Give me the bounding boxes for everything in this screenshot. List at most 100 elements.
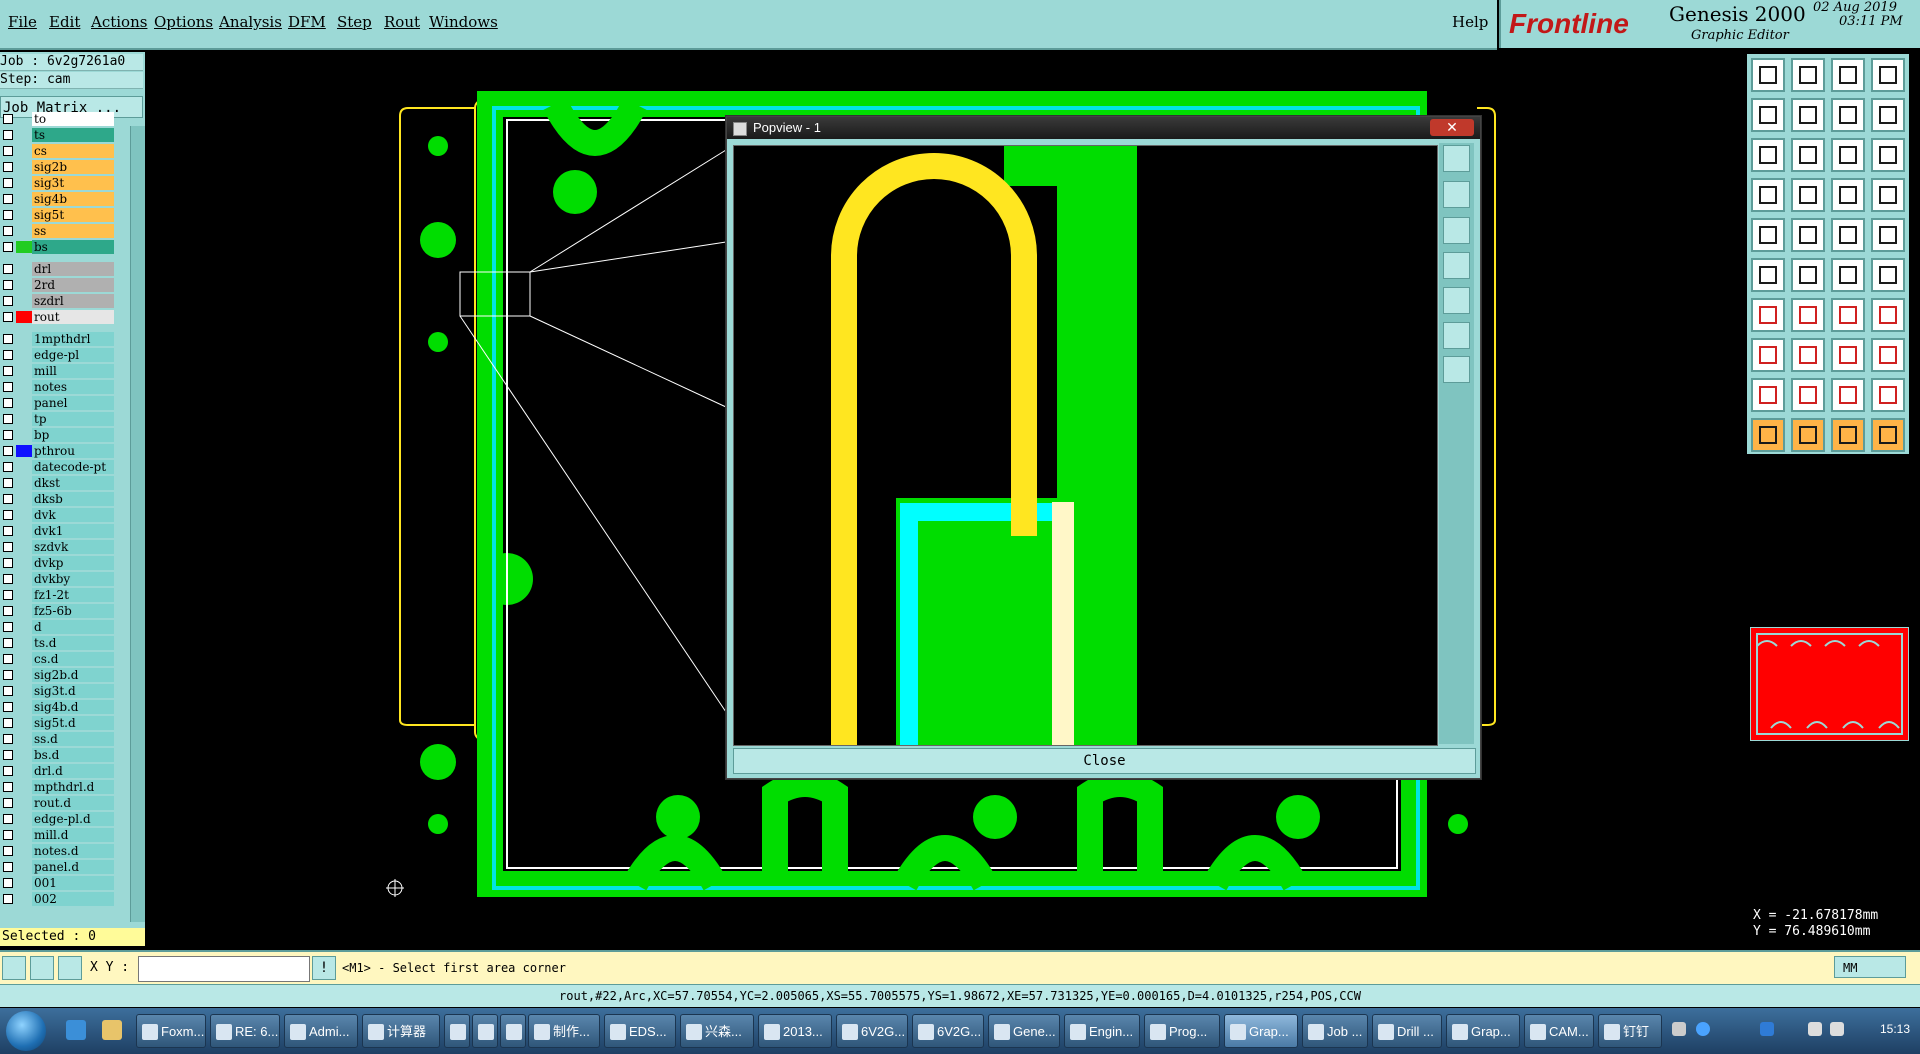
layer-checkbox[interactable]: [3, 670, 13, 680]
layer-row-mill.d[interactable]: mill.d: [0, 828, 118, 842]
layer-checkbox[interactable]: [3, 846, 13, 856]
right-arrow-icon[interactable]: [1791, 98, 1825, 132]
layer-checkbox[interactable]: [3, 414, 13, 424]
layer-row-ss[interactable]: ss: [0, 224, 118, 238]
layer-checkbox[interactable]: [3, 894, 13, 904]
popview-zoom-home-icon[interactable]: [1443, 145, 1470, 172]
taskbar-item[interactable]: 2013...: [758, 1014, 832, 1048]
layer-row-szdrl[interactable]: szdrl: [0, 294, 118, 308]
layer-list-scrollbar[interactable]: [130, 126, 145, 922]
panel-icon[interactable]: [1871, 58, 1905, 92]
info-icon[interactable]: !: [312, 956, 336, 980]
taskbar-item[interactable]: [444, 1014, 470, 1048]
layer-checkbox[interactable]: [3, 606, 13, 616]
popview-close-button[interactable]: Close: [733, 748, 1476, 774]
layer-row-sig4b.d[interactable]: sig4b.d: [0, 700, 118, 714]
layer-row-to[interactable]: to: [0, 112, 118, 126]
menu-step[interactable]: Step: [337, 13, 372, 31]
layer-checkbox[interactable]: [3, 114, 13, 124]
drill-red-icon[interactable]: [1871, 178, 1905, 212]
layer-checkbox[interactable]: [3, 622, 13, 632]
taskbar-item[interactable]: Engin...: [1064, 1014, 1140, 1048]
layer-checkbox[interactable]: [3, 264, 13, 274]
menu-options[interactable]: Options: [154, 13, 213, 31]
taskbar-item[interactable]: CAM...: [1524, 1014, 1594, 1048]
layer-checkbox[interactable]: [3, 574, 13, 584]
layer-checkbox[interactable]: [3, 734, 13, 744]
popview-fit-icon[interactable]: [1443, 322, 1470, 349]
popview-pan-left-icon[interactable]: [1443, 252, 1470, 279]
tray-help-icon[interactable]: [1696, 1022, 1710, 1036]
taskbar-item[interactable]: Admi...: [284, 1014, 358, 1048]
layer-row-tp[interactable]: tp: [0, 412, 118, 426]
zoom-fit-icon[interactable]: [1751, 138, 1785, 172]
taskbar-item[interactable]: 6V2G...: [836, 1014, 908, 1048]
taskbar-item[interactable]: Foxm...: [136, 1014, 206, 1048]
left-arrow-icon[interactable]: [1751, 98, 1785, 132]
layer-row-sig4b[interactable]: sig4b: [0, 192, 118, 206]
layer-checkbox[interactable]: [3, 178, 13, 188]
layer-checkbox[interactable]: [3, 462, 13, 472]
popview-canvas[interactable]: [733, 145, 1438, 746]
layer-checkbox[interactable]: [3, 686, 13, 696]
layer-row-cs[interactable]: cs: [0, 144, 118, 158]
arc-icon[interactable]: [1831, 298, 1865, 332]
home-icon[interactable]: [1831, 58, 1865, 92]
move-icon[interactable]: [1791, 138, 1825, 172]
xy-input[interactable]: [138, 956, 310, 982]
layer-row-notes[interactable]: notes: [0, 380, 118, 394]
taskbar-item[interactable]: Drill ...: [1372, 1014, 1442, 1048]
layer-checkbox[interactable]: [3, 210, 13, 220]
menu-dfm[interactable]: DFM: [288, 13, 326, 31]
rout-tool-icon[interactable]: [1751, 178, 1785, 212]
layer-checkbox[interactable]: [3, 782, 13, 792]
window-up-icon[interactable]: [1751, 58, 1785, 92]
explorer-icon[interactable]: [102, 1020, 122, 1040]
taskbar-item[interactable]: 兴森...: [680, 1014, 754, 1048]
layer-checkbox[interactable]: [3, 878, 13, 888]
layer-checkbox[interactable]: [3, 382, 13, 392]
layer-checkbox[interactable]: [3, 702, 13, 712]
scale-icon[interactable]: [1831, 138, 1865, 172]
connect-icon[interactable]: [1831, 258, 1865, 292]
layer-row-sig3t.d[interactable]: sig3t.d: [0, 684, 118, 698]
layer-checkbox[interactable]: [3, 280, 13, 290]
probe-icon[interactable]: [1791, 178, 1825, 212]
layer-row-bs[interactable]: bs: [0, 240, 118, 254]
menu-windows[interactable]: Windows: [429, 13, 498, 31]
layer-checkbox[interactable]: [3, 718, 13, 728]
popview-pan-right-icon[interactable]: [1443, 287, 1470, 314]
layer-row-rout[interactable]: rout: [0, 310, 118, 324]
help-icon[interactable]: [1871, 138, 1905, 172]
layer-row-ts[interactable]: ts: [0, 128, 118, 142]
layer-row-rout.d[interactable]: rout.d: [0, 796, 118, 810]
layer-row-dvkby[interactable]: dvkby: [0, 572, 118, 586]
layer-row-cs.d[interactable]: cs.d: [0, 652, 118, 666]
menu-help[interactable]: Help: [1452, 13, 1488, 31]
popview-zoom-in-icon[interactable]: [1443, 181, 1470, 208]
menu-file[interactable]: File: [8, 13, 37, 31]
triangle-icon[interactable]: [1751, 378, 1785, 412]
taskbar-item[interactable]: Prog...: [1144, 1014, 1220, 1048]
layer-checkbox[interactable]: [3, 162, 13, 172]
layer-checkbox[interactable]: [3, 334, 13, 344]
taskbar-item[interactable]: 制作...: [528, 1014, 600, 1048]
tray-shield-icon[interactable]: [1760, 1022, 1774, 1036]
taskbar-item[interactable]: [500, 1014, 526, 1048]
layer-checkbox[interactable]: [3, 526, 13, 536]
layer-row-sig5t[interactable]: sig5t: [0, 208, 118, 222]
layer-checkbox[interactable]: [3, 130, 13, 140]
layer-row-mpthdrl.d[interactable]: mpthdrl.d: [0, 780, 118, 794]
swap-icon[interactable]: [1831, 98, 1865, 132]
layer-row-1mpthdrl[interactable]: 1mpthdrl: [0, 332, 118, 346]
layer-checkbox[interactable]: [3, 798, 13, 808]
taskbar-item[interactable]: Grap...: [1224, 1014, 1298, 1048]
layer-checkbox[interactable]: [3, 194, 13, 204]
layer-row-pthrou[interactable]: pthrou: [0, 444, 118, 458]
layer-row-2rd[interactable]: 2rd: [0, 278, 118, 292]
a-icon[interactable]: [1831, 378, 1865, 412]
layer-checkbox[interactable]: [3, 296, 13, 306]
layer-row-dkst[interactable]: dkst: [0, 476, 118, 490]
layer-checkbox[interactable]: [3, 366, 13, 376]
popview-titlebar[interactable]: Popview - 1 ✕: [727, 117, 1480, 139]
